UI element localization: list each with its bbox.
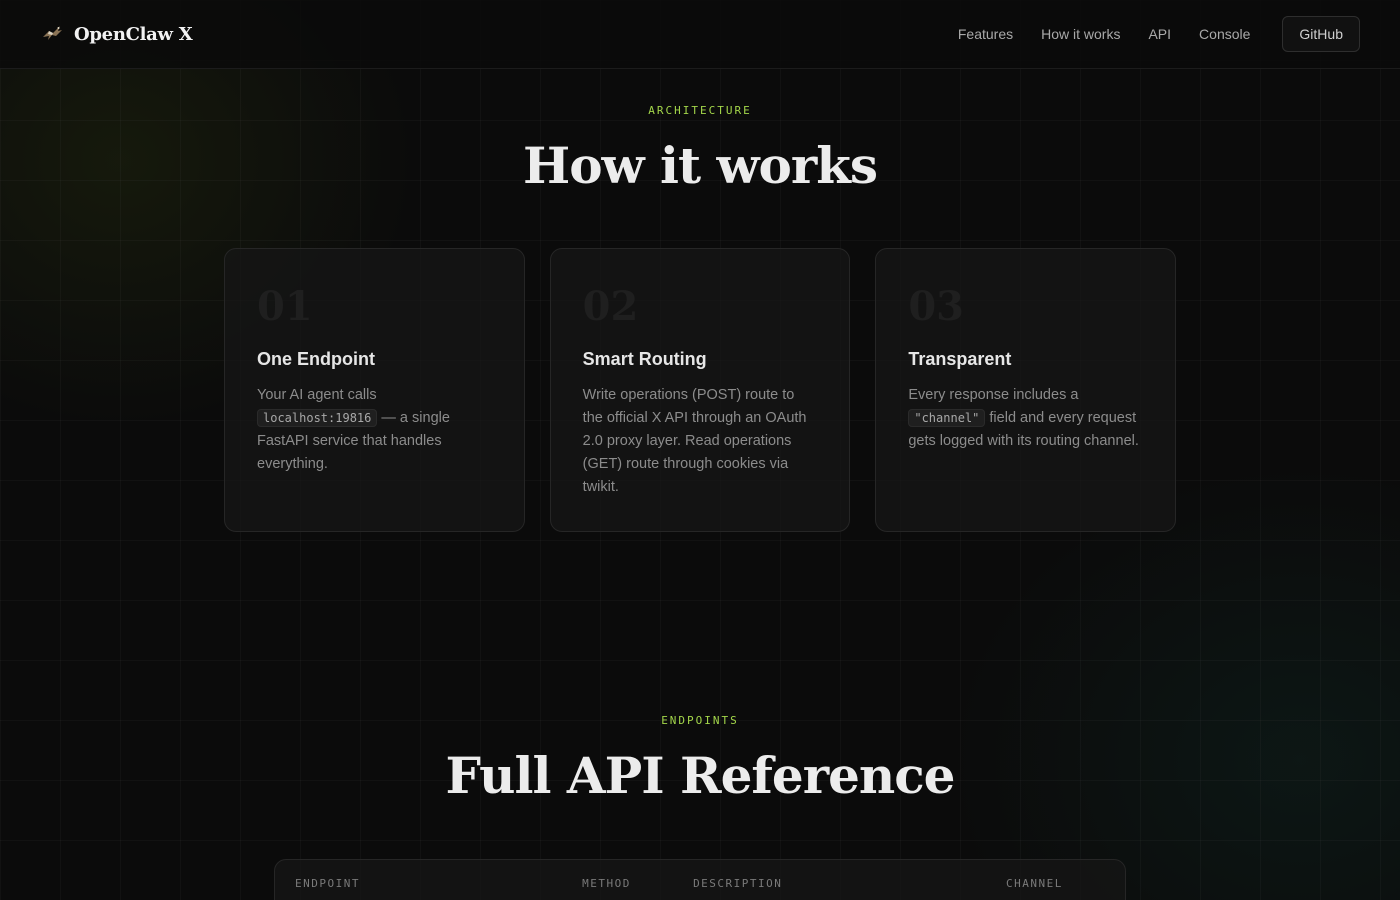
column-header-endpoint: ENDPOINT	[295, 877, 360, 890]
card-description: Every response includes a "channel" fiel…	[908, 384, 1143, 453]
card-smart-routing: 02 Smart Routing Write operations (POST)…	[549, 248, 851, 532]
top-nav: OpenClaw X Features How it works API Con…	[0, 0, 1400, 69]
card-title: Smart Routing	[582, 349, 707, 369]
eagle-logo-icon	[40, 22, 64, 46]
nav-links: Features How it works API Console GitHub	[958, 16, 1360, 52]
section-eyebrow: ENDPOINTS	[661, 714, 739, 727]
column-header-channel: CHANNEL	[1005, 877, 1063, 890]
section-eyebrow: ARCHITECTURE	[648, 104, 752, 117]
section-title: How it works	[522, 136, 878, 195]
card-number: 01	[257, 283, 313, 330]
card-transparent: 03 Transparent Every response includes a…	[875, 248, 1177, 532]
card-title: Transparent	[908, 349, 1012, 369]
card-description-text: Every response includes a	[908, 387, 1079, 403]
nav-link-api[interactable]: API	[1148, 26, 1171, 42]
section-title: Full API Reference	[445, 746, 955, 805]
table-header: ENDPOINT METHOD DESCRIPTION CHANNEL	[275, 860, 1125, 890]
github-button[interactable]: GitHub	[1282, 16, 1360, 52]
nav-link-how-it-works[interactable]: How it works	[1041, 26, 1120, 42]
card-number: 03	[908, 283, 965, 330]
card-description: Write operations (POST) route to the off…	[582, 387, 807, 495]
code-snippet: localhost:19816	[257, 409, 378, 427]
page: OpenClaw X Features How it works API Con…	[0, 0, 1400, 900]
api-reference-table: ENDPOINT METHOD DESCRIPTION CHANNEL	[274, 859, 1126, 900]
feature-cards: 01 One Endpoint Your AI agent calls loca…	[224, 248, 1177, 532]
brand-name: OpenClaw X	[74, 23, 193, 45]
card-one-endpoint: 01 One Endpoint Your AI agent calls loca…	[224, 248, 525, 532]
brand[interactable]: OpenClaw X	[40, 22, 193, 46]
card-description-text: Your AI agent calls	[257, 387, 377, 403]
card-number: 02	[582, 283, 639, 330]
card-description: Your AI agent calls localhost:19816 — a …	[257, 384, 492, 476]
card-title: One Endpoint	[257, 349, 375, 369]
nav-link-console[interactable]: Console	[1199, 26, 1250, 42]
column-header-method: METHOD	[582, 877, 631, 890]
code-snippet: "channel"	[908, 409, 986, 427]
column-header-description: DESCRIPTION	[693, 877, 783, 890]
nav-link-features[interactable]: Features	[958, 26, 1013, 42]
